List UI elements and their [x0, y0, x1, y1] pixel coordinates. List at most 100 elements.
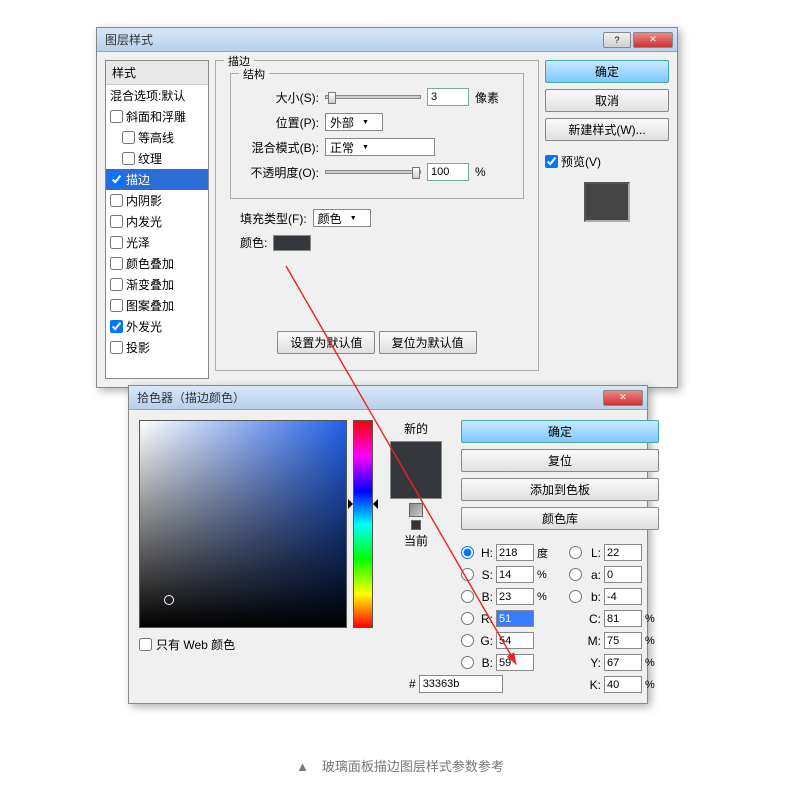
web-only-checkbox[interactable] [139, 638, 152, 651]
color-cursor [164, 595, 174, 605]
cp-ok-button[interactable]: 确定 [461, 420, 659, 443]
s-input[interactable] [496, 566, 534, 583]
position-label: 位置(P): [241, 114, 319, 131]
opacity-slider[interactable] [325, 170, 421, 174]
b-input[interactable] [496, 588, 534, 605]
close-button[interactable]: ✕ [633, 32, 673, 48]
make-default-button[interactable]: 设置为默认值 [277, 331, 375, 354]
cancel-button[interactable]: 取消 [545, 89, 669, 112]
style-gradient-overlay-checkbox[interactable] [110, 278, 123, 291]
b2-input[interactable] [604, 588, 642, 605]
stroke-fieldset: 描边 结构 大小(S): 像素 位置(P): 外部▼ 混合模式(B): [215, 60, 539, 371]
cube-icon [409, 503, 423, 517]
new-label: 新的 [379, 420, 453, 437]
preview-swatch [584, 182, 630, 222]
style-inner-glow[interactable]: 内发光 [106, 211, 208, 232]
h-input[interactable] [496, 544, 534, 561]
color-picker-titlebar[interactable]: 拾色器（描边颜色） ✕ [129, 386, 647, 410]
style-color-overlay-checkbox[interactable] [110, 257, 123, 270]
style-satin[interactable]: 光泽 [106, 232, 208, 253]
style-gradient-overlay[interactable]: 渐变叠加 [106, 274, 208, 295]
style-inner-shadow[interactable]: 内阴影 [106, 190, 208, 211]
g-input[interactable] [496, 632, 534, 649]
style-outer-glow-checkbox[interactable] [110, 320, 123, 333]
new-color-swatch[interactable] [391, 442, 441, 470]
size-input[interactable] [427, 88, 469, 106]
current-label: 当前 [379, 532, 453, 549]
new-style-button[interactable]: 新建样式(W)... [545, 118, 669, 141]
l-input[interactable] [604, 544, 642, 561]
opacity-input[interactable] [427, 163, 469, 181]
style-stroke-checkbox[interactable] [110, 173, 123, 186]
layer-style-titlebar[interactable]: 图层样式 ? ✕ [97, 28, 677, 52]
reset-default-button[interactable]: 复位为默认值 [379, 331, 477, 354]
sidebar-header: 样式 [106, 61, 208, 85]
chevron-down-icon: ▼ [350, 215, 357, 222]
bv-radio[interactable] [461, 656, 474, 669]
style-stroke[interactable]: 描边 [106, 169, 208, 190]
g-radio[interactable] [461, 634, 474, 647]
current-color-swatch[interactable] [391, 470, 441, 498]
caption: ▲ 玻璃面板描边图层样式参数参考 [0, 756, 800, 775]
web-only-label: 只有 Web 颜色 [156, 636, 235, 653]
s-radio[interactable] [461, 568, 474, 581]
r-radio[interactable] [461, 612, 474, 625]
l-radio[interactable] [569, 546, 582, 559]
style-bevel-checkbox[interactable] [110, 110, 123, 123]
b-radio[interactable] [461, 590, 474, 603]
style-pattern-overlay-checkbox[interactable] [110, 299, 123, 312]
style-satin-checkbox[interactable] [110, 236, 123, 249]
style-color-overlay[interactable]: 颜色叠加 [106, 253, 208, 274]
style-drop-shadow[interactable]: 投影 [106, 337, 208, 358]
style-outer-glow[interactable]: 外发光 [106, 316, 208, 337]
y-input[interactable] [604, 654, 642, 671]
style-inner-glow-checkbox[interactable] [110, 215, 123, 228]
opacity-label: 不透明度(O): [241, 164, 319, 181]
safe-color-icon [411, 520, 421, 530]
color-picker-dialog: 拾色器（描边颜色） ✕ 新的 当前 只有 Web 颜色 [128, 385, 648, 704]
m-input[interactable] [604, 632, 642, 649]
chevron-down-icon: ▼ [362, 144, 369, 151]
style-bevel[interactable]: 斜面和浮雕 [106, 106, 208, 127]
c-input[interactable] [604, 610, 642, 627]
blend-mode-label: 混合模式(B): [241, 139, 319, 156]
stroke-color-swatch[interactable] [273, 235, 311, 251]
h-radio[interactable] [461, 546, 474, 559]
k-input[interactable] [604, 676, 642, 693]
style-contour-checkbox[interactable] [122, 131, 135, 144]
layer-style-title: 图层样式 [101, 31, 603, 48]
color-field[interactable] [139, 420, 347, 628]
style-texture-checkbox[interactable] [122, 152, 135, 165]
fill-type-dropdown[interactable]: 颜色▼ [313, 209, 371, 227]
size-slider[interactable] [325, 95, 421, 99]
style-pattern-overlay[interactable]: 图案叠加 [106, 295, 208, 316]
color-label: 颜色: [240, 234, 267, 251]
hex-input[interactable] [419, 675, 503, 693]
cp-cancel-button[interactable]: 复位 [461, 449, 659, 472]
bv-input[interactable] [496, 654, 534, 671]
close-button[interactable]: ✕ [603, 390, 643, 406]
size-unit: 像素 [475, 89, 499, 106]
position-dropdown[interactable]: 外部▼ [325, 113, 383, 131]
fill-type-label: 填充类型(F): [240, 210, 307, 227]
add-swatch-button[interactable]: 添加到色板 [461, 478, 659, 501]
help-button[interactable]: ? [603, 32, 631, 48]
a-radio[interactable] [569, 568, 582, 581]
preview-label: 预览(V) [561, 153, 601, 170]
opacity-unit: % [475, 165, 486, 179]
size-label: 大小(S): [241, 89, 319, 106]
blend-mode-dropdown[interactable]: 正常▼ [325, 138, 435, 156]
style-inner-shadow-checkbox[interactable] [110, 194, 123, 207]
preview-checkbox[interactable] [545, 155, 558, 168]
style-contour[interactable]: 等高线 [106, 127, 208, 148]
color-libs-button[interactable]: 颜色库 [461, 507, 659, 530]
hue-slider[interactable] [353, 420, 373, 628]
color-picker-title: 拾色器（描边颜色） [133, 389, 603, 406]
ok-button[interactable]: 确定 [545, 60, 669, 83]
blending-options-item[interactable]: 混合选项:默认 [106, 85, 208, 106]
b2-radio[interactable] [569, 590, 582, 603]
a-input[interactable] [604, 566, 642, 583]
style-texture[interactable]: 纹理 [106, 148, 208, 169]
r-input[interactable] [496, 610, 534, 627]
style-drop-shadow-checkbox[interactable] [110, 341, 123, 354]
